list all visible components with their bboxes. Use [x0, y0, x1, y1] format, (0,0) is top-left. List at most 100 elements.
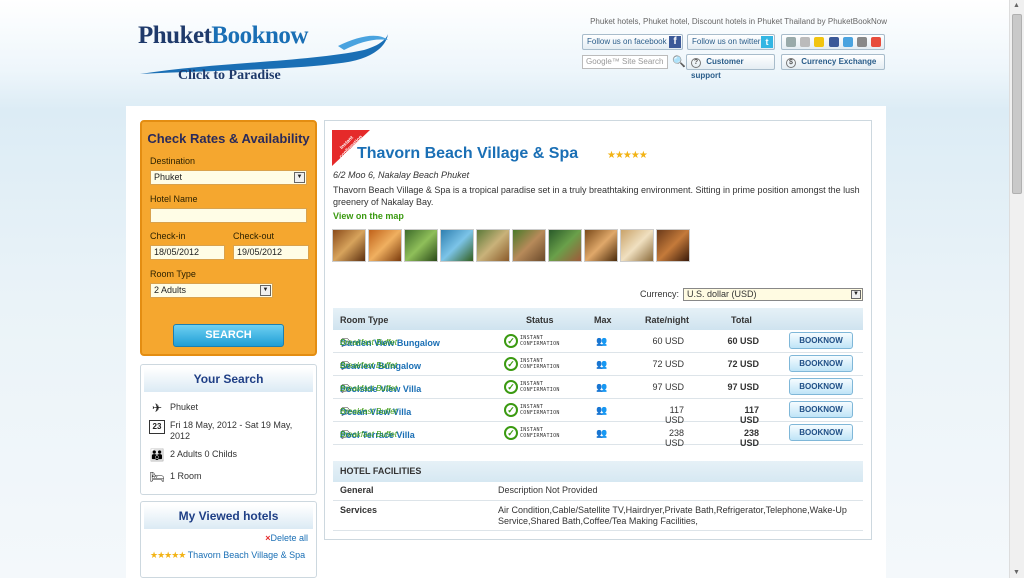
room-rate: 97 USD	[652, 382, 684, 392]
photo-thumbnail[interactable]	[404, 229, 438, 262]
check-icon: ✓	[504, 426, 518, 440]
checkin-label: Check-in	[150, 231, 186, 241]
checkin-input[interactable]: 18/05/2012	[150, 245, 225, 260]
status-label: INSTANT CONFIRMATION	[520, 404, 560, 416]
bed-icon: 🛏	[149, 470, 165, 484]
photo-thumbnail[interactable]	[584, 229, 618, 262]
scroll-down-icon[interactable]: ▼	[1013, 569, 1020, 576]
logo-part1: Phuket	[138, 22, 212, 49]
hotel-name-label: Hotel Name	[150, 194, 198, 204]
chevron-down-icon[interactable]: ▼	[260, 285, 271, 296]
logo-text: PhuketBooknow	[138, 22, 308, 50]
search-guests: 2 Adults 0 Childs	[170, 449, 238, 459]
facebook-follow-button[interactable]: Follow us on facebook f	[582, 34, 683, 50]
scrollbar-thumb[interactable]	[1012, 14, 1022, 194]
status-instant-confirmation: ✓ INSTANT CONFIRMATION	[504, 403, 576, 419]
max-guests-icon: 👥	[596, 405, 608, 415]
site-search-input[interactable]: Google™ Site Search	[582, 55, 668, 69]
chevron-down-icon[interactable]: ▼	[851, 290, 861, 299]
facility-general-value: Description Not Provided	[498, 485, 598, 495]
checkout-label: Check-out	[233, 231, 275, 241]
room-row: 💬 Pool Terrace Villa Breakfast Buffet ✓ I…	[333, 422, 863, 448]
check-icon: ✓	[504, 403, 518, 417]
facility-services-label: Services	[340, 505, 378, 515]
delete-all-link[interactable]: ×Delete all	[265, 533, 308, 543]
photo-thumbnail[interactable]	[620, 229, 654, 262]
email-icon[interactable]	[800, 36, 811, 47]
page-scrollbar[interactable]: ▲ ▼	[1009, 0, 1024, 578]
booknow-button[interactable]: BOOKNOW	[789, 355, 853, 372]
share-icon[interactable]	[857, 36, 868, 47]
search-placeholder: Site Search	[622, 57, 664, 66]
search-dates-row: 23 Fri 18 May, 2012 - Sat 19 May, 2012	[149, 420, 300, 442]
print-icon[interactable]	[786, 36, 796, 47]
viewed-hotel-stars: ★★★★★	[150, 550, 186, 560]
search-button[interactable]: SEARCH	[173, 324, 284, 347]
facebook-share-icon[interactable]	[828, 36, 839, 47]
room-row: 💬 Ocean View Villa Breakfast Buffet ✓ INS…	[333, 399, 863, 425]
status-instant-confirmation: ✓ INSTANT CONFIRMATION	[504, 334, 576, 350]
logo-part2: Booknow	[211, 22, 308, 49]
dollar-icon: $	[786, 58, 796, 68]
header-tagline: Phuket hotels, Phuket hotel, Discount ho…	[590, 17, 887, 26]
viewed-hotels-panel: My Viewed hotels ×Delete all ★★★★★ Thavo…	[140, 501, 317, 578]
booking-form: Check Rates & Availability Destination P…	[140, 120, 317, 356]
messenger-icon[interactable]	[842, 36, 853, 47]
room-row: 💬 Seaview Bungalow Breakfast Buffet ✓ INS…	[333, 353, 863, 376]
currency-select[interactable]: U.S. dollar (USD) ▼	[683, 288, 863, 301]
status-instant-confirmation: ✓ INSTANT CONFIRMATION	[504, 380, 576, 396]
room-rate: 60 USD	[652, 336, 684, 346]
max-guests-icon: 👥	[596, 382, 608, 392]
photo-thumbnail[interactable]	[440, 229, 474, 262]
checkout-input[interactable]: 19/05/2012	[233, 245, 309, 260]
header-room-type: Room Type	[340, 315, 389, 325]
currency-exchange-button[interactable]: $ Currency Exchange	[781, 54, 885, 70]
search-guests-row: 👪 2 Adults 0 Childs	[149, 449, 300, 463]
destination-select[interactable]: Phuket ▼	[150, 170, 307, 185]
facilities-title: HOTEL FACILITIES	[333, 461, 863, 482]
viewed-hotel-item[interactable]: ★★★★★ Thavorn Beach Village & Spa	[150, 549, 310, 562]
booknow-button[interactable]: BOOKNOW	[789, 378, 853, 395]
help-icon: ?	[691, 58, 701, 68]
site-logo[interactable]: PhuketBooknow Click to Paradise	[138, 22, 390, 86]
your-search-title: Your Search	[144, 368, 313, 392]
hotel-name-input[interactable]	[150, 208, 307, 223]
header-max: Max	[594, 315, 612, 325]
search-icon[interactable]: 🔍	[672, 55, 686, 68]
favorite-star-icon[interactable]	[814, 36, 825, 47]
delete-all-label: Delete all	[270, 533, 308, 543]
booknow-button[interactable]: BOOKNOW	[789, 332, 853, 349]
destination-value: Phuket	[154, 172, 183, 182]
guests-icon: 👪	[149, 448, 165, 462]
search-rooms: 1 Room	[170, 471, 202, 481]
photo-thumbnail[interactable]	[368, 229, 402, 262]
destination-label: Destination	[150, 156, 196, 166]
room-total: 97 USD	[727, 382, 759, 392]
scroll-up-icon[interactable]: ▲	[1013, 2, 1020, 9]
photo-thumbnail[interactable]	[512, 229, 546, 262]
viewed-hotel-name[interactable]: Thavorn Beach Village & Spa	[188, 550, 305, 560]
twitter-icon: t	[761, 36, 773, 48]
facebook-icon: f	[669, 36, 681, 48]
header-rate: Rate/night	[645, 315, 689, 325]
booknow-button[interactable]: BOOKNOW	[789, 424, 853, 441]
room-rate: 72 USD	[652, 359, 684, 369]
header-status: Status	[526, 315, 554, 325]
booknow-button[interactable]: BOOKNOW	[789, 401, 853, 418]
room-type-select[interactable]: 2 Adults ▼	[150, 283, 273, 298]
room-total: 60 USD	[727, 336, 759, 346]
room-meal: Breakfast Buffet	[340, 361, 397, 370]
room-row: 💬 Garden View Bungalow Breakfast Buffet …	[333, 330, 863, 353]
photo-thumbnail[interactable]	[656, 229, 690, 262]
hotel-description: Thavorn Beach Village & Spa is a tropica…	[333, 185, 860, 207]
photo-thumbnail[interactable]	[476, 229, 510, 262]
customer-support-button[interactable]: ? Customer support	[686, 54, 775, 80]
check-icon: ✓	[504, 380, 518, 394]
photo-thumbnail[interactable]	[332, 229, 366, 262]
photo-thumbnail[interactable]	[548, 229, 582, 262]
add-icon[interactable]	[871, 36, 882, 47]
twitter-follow-button[interactable]: Follow us on twitter t	[687, 34, 775, 50]
view-map-link[interactable]: View on the map	[333, 211, 404, 221]
chevron-down-icon[interactable]: ▼	[294, 172, 305, 183]
room-meal: Breakfast Buffet	[340, 407, 397, 416]
